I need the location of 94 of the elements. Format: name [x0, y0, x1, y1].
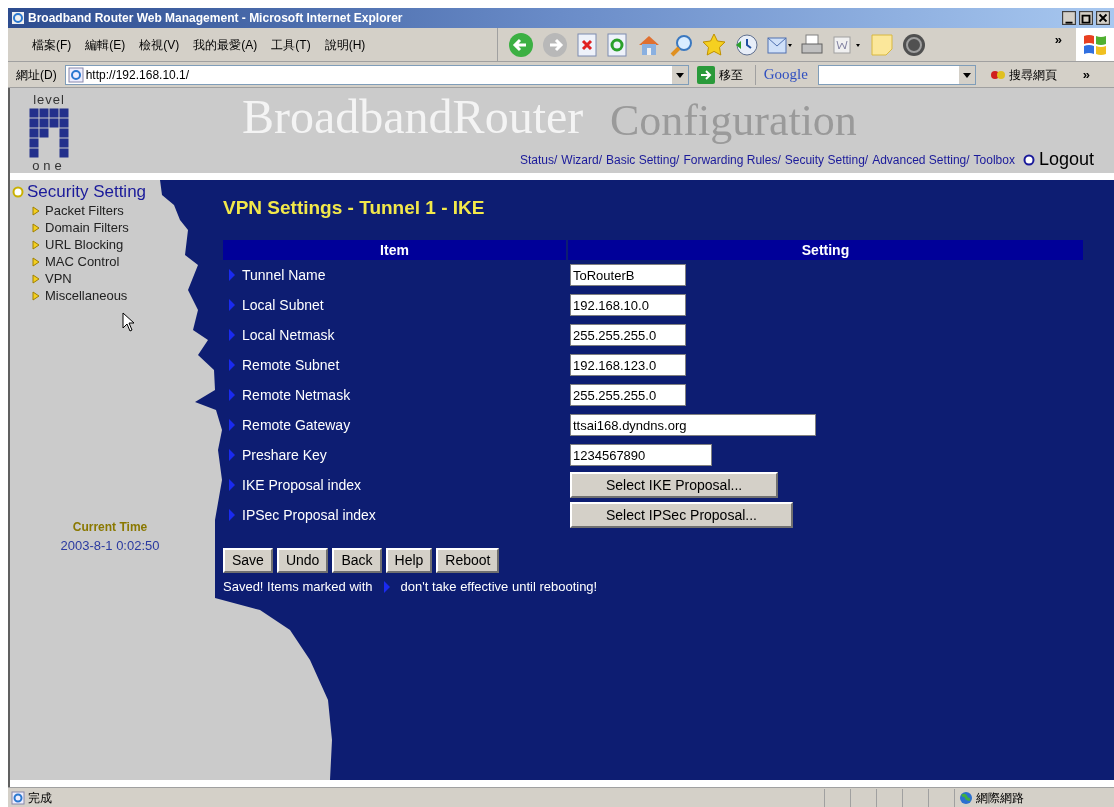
logout-link[interactable]: Logout [1038, 146, 1094, 173]
triangle-icon [228, 508, 236, 522]
menu-item[interactable]: 我的最愛(A) [187, 35, 264, 54]
page-title: VPN Settings - Tunnel 1 - IKE [223, 196, 486, 220]
row-label: Local Netmask [242, 325, 335, 345]
triangle-icon [228, 298, 236, 312]
action-button[interactable]: Back [332, 548, 382, 573]
window-title: Broadband Router Web Management - Microsoft Internet Explorer [28, 10, 404, 27]
triangle-icon [32, 239, 40, 250]
printer-icon[interactable] [800, 32, 824, 57]
triangle-icon [228, 268, 236, 282]
menu-item[interactable]: 工具(T) [265, 35, 317, 54]
page-icon [67, 66, 84, 83]
triangle-icon [228, 448, 236, 462]
menu-item[interactable]: 檔案(F) [26, 35, 78, 54]
triangle-icon [32, 222, 40, 233]
history-icon[interactable] [734, 32, 758, 57]
go-button[interactable]: 移至 [692, 65, 747, 84]
address-label: 網址(D) [15, 66, 58, 84]
action-button[interactable]: Help [385, 548, 433, 573]
select-button[interactable]: Select IKE Proposal... [570, 472, 779, 498]
text-field[interactable]: 1234567890 [570, 444, 712, 466]
sidebar-heading[interactable]: Security Setting [27, 182, 147, 202]
triangle-icon [228, 418, 236, 432]
row-label: Tunnel Name [242, 265, 326, 285]
triangle-icon [32, 256, 40, 267]
nav-link[interactable]: Status/ [520, 150, 558, 169]
note-text: don't take effective until rebooting! [400, 578, 598, 596]
nav-link[interactable]: Secuity Setting/ [784, 150, 869, 169]
action-button[interactable]: Reboot [436, 548, 500, 573]
minimize-icon[interactable] [1061, 11, 1077, 25]
nav-link[interactable]: Wizard/ [561, 150, 602, 169]
row-label: Local Subnet [242, 295, 324, 315]
triangle-icon [228, 388, 236, 402]
triangle-icon [32, 273, 40, 284]
text-field[interactable]: 192.168.123.0 [570, 354, 686, 376]
menu-item[interactable]: 編輯(E) [79, 35, 132, 54]
row-label: Remote Netmask [242, 385, 351, 405]
column-header: Item [223, 240, 566, 260]
toolbar-chevron[interactable]: » [1054, 30, 1062, 50]
nav-link[interactable]: Basic Setting/ [606, 150, 680, 169]
close-icon[interactable] [1095, 11, 1111, 25]
google-button[interactable]: Google [763, 63, 808, 86]
radio-icon [12, 186, 24, 198]
text-field[interactable]: 255.255.255.0 [570, 384, 686, 406]
row-label: IPSec Proposal index [242, 505, 376, 525]
word-icon[interactable] [832, 33, 862, 56]
action-button[interactable]: Save [223, 548, 273, 573]
time-value: 2003-8-1 0:02:50 [60, 537, 160, 555]
select-button[interactable]: Select IPSec Proposal... [570, 502, 793, 528]
triangle-icon [32, 205, 40, 216]
text-field[interactable]: ttsai168.dyndns.org [570, 414, 816, 436]
triangle-icon [228, 358, 236, 372]
row-label: IKE Proposal index [242, 475, 362, 495]
action-button[interactable]: Undo [276, 548, 329, 573]
triangle-icon [228, 478, 236, 492]
radio-icon [1022, 153, 1035, 166]
nav-link[interactable]: Forwarding Rules/ [683, 150, 781, 169]
note-text: Saved! Items marked with [223, 578, 373, 596]
page-icon [11, 790, 25, 805]
logo: level one [26, 94, 72, 172]
back-icon[interactable] [508, 31, 534, 58]
column-header: Setting [568, 240, 1083, 260]
status-text: 完成 [28, 789, 53, 807]
triangle-icon [228, 328, 236, 342]
text-field[interactable]: ToRouterB [570, 264, 686, 286]
nav-link[interactable]: Toolbox [973, 150, 1015, 169]
address-field[interactable]: http://192.168.10.1/ [64, 64, 689, 85]
restore-icon[interactable] [1078, 11, 1094, 25]
search-icon[interactable] [670, 32, 694, 57]
stop-icon[interactable] [576, 32, 598, 57]
star-icon[interactable] [702, 32, 726, 57]
time-label: Current Time [72, 519, 148, 536]
refresh-icon[interactable] [606, 32, 628, 57]
text-field[interactable]: 255.255.255.0 [570, 324, 686, 346]
row-label: Preshare Key [242, 445, 327, 465]
google-search-field[interactable] [817, 64, 976, 85]
row-label: Remote Gateway [242, 415, 351, 435]
dropdown-icon[interactable] [958, 65, 975, 84]
search-web-button[interactable]: 搜尋網頁 [983, 65, 1063, 84]
text-field[interactable]: 192.168.10.0 [570, 294, 686, 316]
ie-icon [11, 11, 25, 25]
dropdown-icon[interactable] [671, 65, 688, 84]
cursor-icon [122, 312, 136, 332]
windows-flag-icon [1076, 28, 1114, 61]
toolbar-chevron[interactable]: » [1082, 64, 1091, 85]
triangle-icon [32, 290, 40, 301]
row-label: Remote Subnet [242, 355, 340, 375]
zone-text: 網際網路 [976, 789, 1024, 807]
menu-item[interactable]: 檢視(V) [133, 35, 186, 54]
menu-item[interactable]: 說明(H) [318, 35, 372, 54]
nav-link[interactable]: Advanced Setting/ [872, 150, 970, 169]
forward-icon[interactable] [542, 31, 568, 58]
triangle-icon [382, 579, 391, 594]
